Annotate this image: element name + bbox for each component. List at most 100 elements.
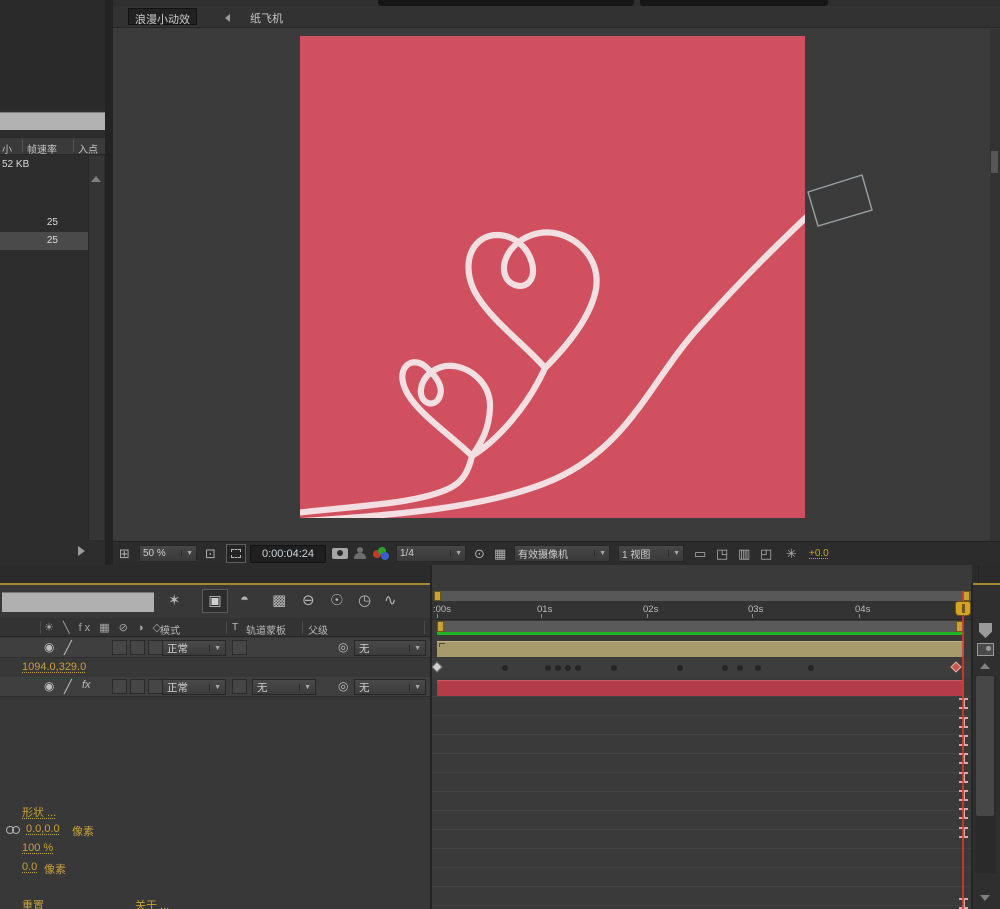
safe-margins-icon[interactable]: ⊡: [205, 546, 216, 562]
active-camera-dropdown[interactable]: 有效摄像机 ▼: [514, 545, 610, 562]
scroll-right-icon[interactable]: [78, 546, 85, 556]
column-t[interactable]: T: [232, 622, 238, 633]
layer-row-1[interactable]: ◉ ╱ 正常 ▼ ◎ 无 ▼: [0, 638, 430, 658]
column-divider[interactable]: [73, 140, 74, 152]
parent-dropdown[interactable]: 无 ▼: [354, 679, 426, 695]
shy-layers-icon[interactable]: ◓: [240, 591, 249, 608]
paper-plane-wireframe[interactable]: [803, 165, 893, 245]
about-link[interactable]: 关于 ...: [135, 897, 169, 909]
column-inpoint[interactable]: 入点: [78, 141, 98, 156]
reset-link[interactable]: 重置: [22, 897, 44, 909]
exposure-value[interactable]: +0.0: [809, 548, 829, 559]
switch-box[interactable]: [232, 640, 247, 655]
switch-box[interactable]: [232, 679, 247, 694]
pixel-aspect-icon[interactable]: ▥: [738, 546, 750, 562]
keyframe-dot[interactable]: [611, 665, 617, 671]
keyframe-dot[interactable]: [575, 665, 581, 671]
project-vertical-scrollbar[interactable]: [88, 156, 104, 540]
keyframe-diamond[interactable]: [951, 661, 962, 672]
keyframe-dot[interactable]: [755, 665, 761, 671]
brainstorm-icon[interactable]: ◷: [358, 591, 371, 609]
pickwhip-icon[interactable]: ◎: [338, 640, 348, 654]
workarea-start-handle[interactable]: [437, 621, 444, 632]
draft-3d-button[interactable]: ▣: [202, 589, 228, 613]
time-ruler[interactable]: :00s01s02s03s04s: [432, 601, 972, 620]
blend-mode-dropdown[interactable]: 正常 ▼: [162, 679, 226, 695]
keyframe-dot[interactable]: [502, 665, 508, 671]
snapshot-camera-icon[interactable]: [332, 548, 348, 559]
fx-badge[interactable]: fx: [82, 679, 91, 691]
keyframe-dot[interactable]: [555, 665, 561, 671]
project-search-field[interactable]: [0, 112, 105, 130]
scrollbar-thumb[interactable]: [976, 676, 994, 816]
comp-button-icon[interactable]: [977, 643, 994, 656]
frame-blend-icon[interactable]: ▩: [272, 591, 286, 609]
parent-dropdown[interactable]: 无 ▼: [354, 640, 426, 656]
scroll-down-icon[interactable]: [980, 895, 990, 901]
keyframe-dot[interactable]: [545, 665, 551, 671]
toggle-mask-icon[interactable]: ▭: [694, 546, 706, 562]
link-icon[interactable]: [6, 826, 22, 835]
blur-ball-icon[interactable]: ☉: [330, 591, 343, 609]
layer1-duration-bar[interactable]: [437, 641, 964, 657]
show-snapshot-icon[interactable]: [354, 547, 366, 559]
mini-flowchart-icon[interactable]: ◰: [760, 546, 772, 562]
project-item-row-selected[interactable]: 25: [0, 232, 88, 250]
pixels-value[interactable]: 0.0: [22, 861, 37, 873]
shape-property[interactable]: 形状 ...: [22, 804, 56, 820]
magnification-dropdown[interactable]: 50 % ▼: [139, 545, 197, 562]
keyframe-dot[interactable]: [808, 665, 814, 671]
offset-value[interactable]: 0.0,0.0: [26, 823, 60, 835]
column-parent[interactable]: 父级: [308, 622, 328, 637]
timecode-entry-field[interactable]: [2, 592, 154, 612]
column-framerate[interactable]: 帧速率: [27, 141, 57, 156]
channel-rgb-icon[interactable]: [373, 547, 391, 560]
navigator-end-handle[interactable]: [963, 591, 970, 601]
scroll-up-icon[interactable]: [980, 663, 990, 669]
playhead-handle[interactable]: [955, 601, 971, 616]
keyframe-diamond[interactable]: [432, 661, 443, 672]
quality-switch-icon[interactable]: ╱: [64, 679, 72, 695]
comp-marker-bin-icon[interactable]: [979, 623, 992, 638]
column-mode[interactable]: 模式: [160, 622, 180, 637]
keyframe-dot[interactable]: [677, 665, 683, 671]
composition-canvas[interactable]: [300, 36, 805, 518]
navigator-start-handle[interactable]: [434, 591, 441, 601]
current-time-field[interactable]: 0:00:04:24: [250, 545, 326, 563]
switch-box[interactable]: [130, 679, 145, 694]
work-area-bar[interactable]: [437, 621, 963, 632]
layer-row-2[interactable]: ◉ ╱ fx 正常 ▼ 无 ▼ ◎ 无 ▼: [0, 677, 430, 697]
pickwhip-icon[interactable]: ◎: [338, 679, 348, 693]
auto-keyframe-icon[interactable]: ∿: [384, 591, 397, 609]
panel-divider[interactable]: [105, 0, 113, 565]
transparency-grid-icon[interactable]: ▦: [494, 546, 506, 562]
column-resize-divider[interactable]: [430, 565, 432, 909]
viewer-vertical-scrollbar[interactable]: [990, 29, 1000, 541]
layer2-duration-bar[interactable]: [437, 680, 964, 696]
comp-flowchart-icon[interactable]: ✶: [168, 591, 181, 609]
tab-back-arrow-icon[interactable]: [225, 14, 230, 22]
scroll-up-icon[interactable]: [91, 176, 101, 182]
target-region-icon[interactable]: ⊙: [474, 546, 485, 562]
column-trackmatte[interactable]: 轨道蒙板: [246, 622, 286, 637]
eye-icon[interactable]: ◉: [44, 679, 54, 693]
quality-switch-icon[interactable]: ╱: [64, 640, 72, 656]
eye-icon[interactable]: ◉: [44, 640, 54, 654]
motion-blur-icon[interactable]: ⊖: [302, 591, 315, 609]
view-layout-dropdown[interactable]: 1 视图 ▼: [618, 545, 684, 562]
tab-composition[interactable]: 浪漫小动效: [128, 8, 197, 25]
pasteboard[interactable]: [113, 29, 1000, 541]
timeline-vertical-scrollbar[interactable]: [975, 675, 996, 873]
position-value[interactable]: 1094.0,329.0: [22, 661, 86, 673]
blend-mode-dropdown[interactable]: 正常 ▼: [162, 640, 226, 656]
keyframe-dot[interactable]: [565, 665, 571, 671]
column-divider[interactable]: [22, 140, 23, 152]
keyframe-dot[interactable]: [722, 665, 728, 671]
switch-box[interactable]: [112, 679, 127, 694]
grid-guides-icon[interactable]: ⊞: [119, 546, 130, 562]
region-of-interest-button[interactable]: [226, 544, 246, 563]
switch-box[interactable]: [148, 679, 163, 694]
trackmatte-dropdown[interactable]: 无 ▼: [252, 679, 316, 695]
project-item-row[interactable]: 25: [0, 214, 88, 232]
fast-previews-icon[interactable]: ✳: [786, 546, 797, 562]
